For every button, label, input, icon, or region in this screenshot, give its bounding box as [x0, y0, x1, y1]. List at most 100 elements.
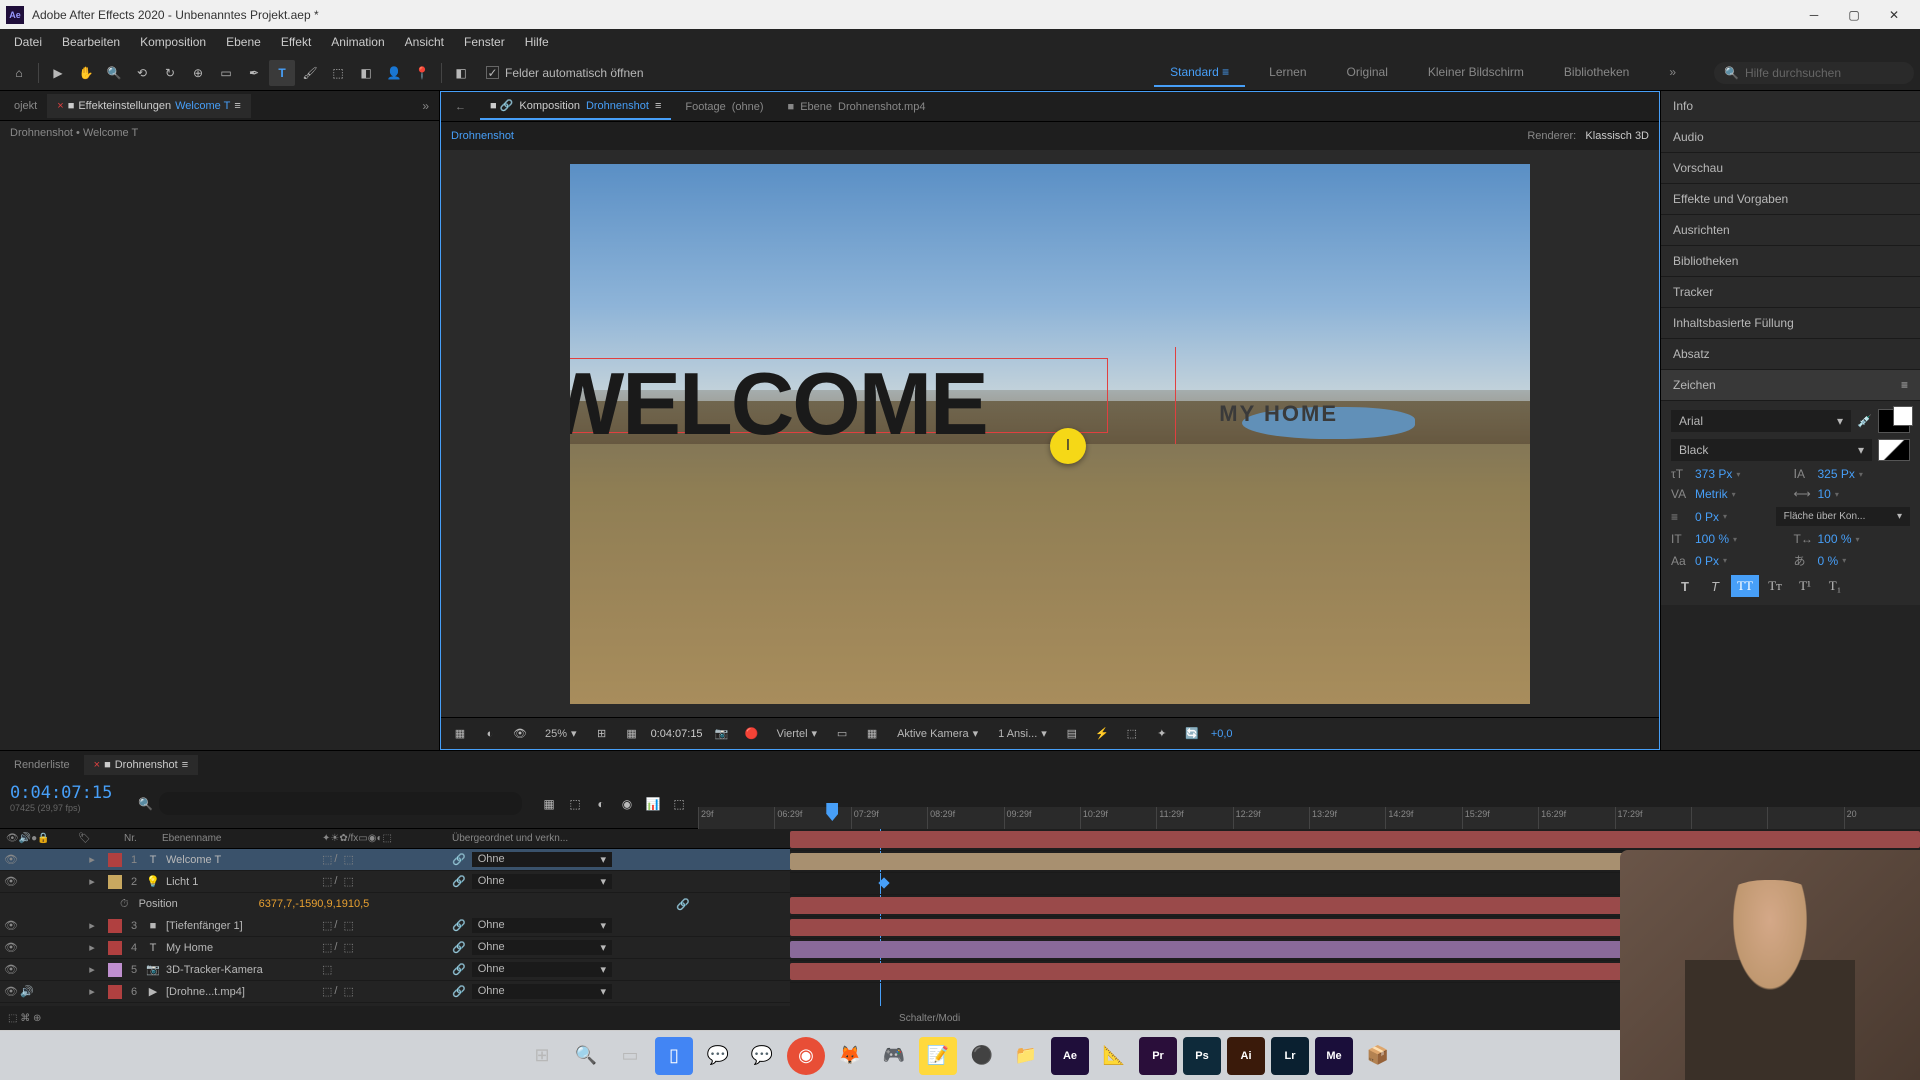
taskview-button[interactable]: ▭: [611, 1037, 649, 1075]
taskbar-premiere[interactable]: Pr: [1139, 1037, 1177, 1075]
panel-absatz[interactable]: Absatz: [1661, 339, 1920, 370]
auto-open-checkbox[interactable]: ✓: [486, 66, 499, 79]
layer-row-1[interactable]: 👁 ▸ 1 T Welcome T ⬚/⬚ 🔗Ohne▾: [0, 849, 790, 871]
stroke-mode-dropdown[interactable]: Fläche über Kon...▾: [1776, 507, 1910, 526]
start-button[interactable]: ⊞: [523, 1037, 561, 1075]
panel-audio[interactable]: Audio: [1661, 122, 1920, 153]
views-dropdown[interactable]: 1 Ansi... ▾: [992, 725, 1053, 742]
tl-toggle-switches[interactable]: ⬚ ⌘ ⊕: [8, 1013, 41, 1024]
eyedropper-icon[interactable]: 💉: [1857, 414, 1872, 428]
taskbar-explorer[interactable]: 📁: [1007, 1037, 1045, 1075]
taskbar-teams[interactable]: 💬: [699, 1037, 737, 1075]
tsume-value[interactable]: 0 %: [1818, 554, 1839, 568]
minimize-button[interactable]: ─: [1794, 1, 1834, 29]
layer-row-2[interactable]: 👁 ▸ 2 💡 Licht 1 ⬚/⬚ 🔗Ohne▾: [0, 871, 790, 893]
viewer-timecode[interactable]: 0:04:07:15: [651, 728, 703, 740]
layer-row-6[interactable]: 👁🔊 ▸ 6 ▶ [Drohne...t.mp4] ⬚/⬚ 🔗Ohne▾: [0, 981, 790, 1003]
vc-render[interactable]: ✦: [1151, 723, 1173, 745]
vc-channel[interactable]: 🔴: [741, 723, 763, 745]
vc-fast[interactable]: ⚡: [1091, 723, 1113, 745]
layer-row-4[interactable]: 👁 ▸ 4 T My Home ⬚/⬚ 🔗Ohne▾: [0, 937, 790, 959]
home-tool[interactable]: ⌂: [6, 60, 32, 86]
exposure-value[interactable]: +0,0: [1211, 728, 1233, 740]
brush-tool[interactable]: 🖌: [297, 60, 323, 86]
myhome-text-layer[interactable]: MY HOME: [1219, 401, 1338, 427]
tl-moblur[interactable]: ◉: [616, 793, 638, 815]
orbit-tool[interactable]: ⟲: [129, 60, 155, 86]
italic-button[interactable]: T: [1701, 575, 1729, 597]
taskbar-app-3[interactable]: 🎮: [875, 1037, 913, 1075]
taskbar-app-1[interactable]: ▯: [655, 1037, 693, 1075]
layer-row-3[interactable]: 👁 ▸ 3 ■ [Tiefenfänger 1] ⬚/⬚ 🔗Ohne▾: [0, 915, 790, 937]
welcome-text-layer[interactable]: WELCOME: [570, 353, 987, 455]
shape-tool[interactable]: ▭: [213, 60, 239, 86]
stroke-width-value[interactable]: 0 Px: [1695, 510, 1719, 524]
tab-drohnenshot[interactable]: × ■ Drohnenshot ≡: [84, 755, 199, 775]
color-swatch[interactable]: [1878, 409, 1910, 433]
time-ruler[interactable]: 29f 06:29f 07:29f 08:29f 09:29f 10:29f 1…: [698, 807, 1920, 829]
tl-graph[interactable]: 📊: [642, 793, 664, 815]
panel-overflow[interactable]: »: [416, 99, 435, 113]
comp-nav-item[interactable]: Drohnenshot: [451, 130, 514, 142]
workspace-standard[interactable]: Standard ≡: [1154, 59, 1245, 87]
timeline-timecode[interactable]: 0:04:07:15: [10, 783, 120, 803]
zoom-dropdown[interactable]: 25% ▾: [539, 725, 583, 742]
camera-dropdown[interactable]: Aktive Kamera ▾: [891, 725, 984, 742]
snap-tool[interactable]: ◧: [448, 60, 474, 86]
baseline-value[interactable]: 0 Px: [1695, 554, 1719, 568]
menu-hilfe[interactable]: Hilfe: [515, 31, 559, 53]
tl-draft3d[interactable]: ⬚: [564, 793, 586, 815]
composition-viewer[interactable]: Aktive Kamera WELCOME MY HOME I: [441, 150, 1659, 717]
renderer-value[interactable]: Klassisch 3D: [1585, 130, 1649, 142]
comp-tab-ebene[interactable]: ■ Ebene Drohnenshot.mp4: [778, 95, 936, 119]
font-size-value[interactable]: 373 Px: [1695, 467, 1732, 481]
taskbar-notes[interactable]: 📝: [919, 1037, 957, 1075]
font-family-dropdown[interactable]: Arial▾: [1671, 410, 1851, 432]
vc-eye[interactable]: 👁: [509, 723, 531, 745]
puppet-tool[interactable]: 📍: [409, 60, 435, 86]
taskbar-firefox[interactable]: 🦊: [831, 1037, 869, 1075]
allcaps-button[interactable]: TT: [1731, 575, 1759, 597]
workspace-bibliotheken[interactable]: Bibliotheken: [1548, 59, 1645, 87]
taskbar-mediaencoder[interactable]: Me: [1315, 1037, 1353, 1075]
search-button[interactable]: 🔍: [567, 1037, 605, 1075]
vc-refresh[interactable]: 🔄: [1181, 723, 1203, 745]
text-tool[interactable]: T: [269, 60, 295, 86]
vc-transparency[interactable]: ▦: [861, 723, 883, 745]
stroke-swatch[interactable]: [1878, 439, 1910, 461]
menu-bearbeiten[interactable]: Bearbeiten: [52, 31, 130, 53]
taskbar-photoshop[interactable]: Ps: [1183, 1037, 1221, 1075]
workspace-overflow[interactable]: »: [1653, 59, 1692, 87]
maximize-button[interactable]: ▢: [1834, 1, 1874, 29]
panel-effekte[interactable]: Effekte und Vorgaben: [1661, 184, 1920, 215]
vc-mask[interactable]: ◐: [479, 723, 501, 745]
resolution-dropdown[interactable]: Viertel ▾: [771, 725, 824, 742]
menu-ebene[interactable]: Ebene: [216, 31, 271, 53]
panel-info[interactable]: Info: [1661, 91, 1920, 122]
tl-expand[interactable]: ⬚: [668, 793, 690, 815]
font-style-dropdown[interactable]: Black▾: [1671, 439, 1872, 461]
tl-frameblend[interactable]: ◐: [590, 793, 612, 815]
tab-renderliste[interactable]: Renderliste: [4, 755, 80, 775]
kerning-value[interactable]: Metrik: [1695, 487, 1728, 501]
panel-inhalt[interactable]: Inhaltsbasierte Füllung: [1661, 308, 1920, 339]
panel-zeichen[interactable]: Zeichen≡: [1661, 370, 1920, 401]
vc-roi[interactable]: ▭: [831, 723, 853, 745]
taskbar-lightroom[interactable]: Lr: [1271, 1037, 1309, 1075]
hscale-value[interactable]: 100 %: [1818, 532, 1852, 546]
taskbar-whatsapp[interactable]: 💬: [743, 1037, 781, 1075]
leading-value[interactable]: 325 Px: [1818, 467, 1855, 481]
taskbar-app-5[interactable]: 📦: [1359, 1037, 1397, 1075]
workspace-lernen[interactable]: Lernen: [1253, 59, 1322, 87]
vc-guides[interactable]: ▦: [621, 723, 643, 745]
panel-bibliotheken[interactable]: Bibliotheken: [1661, 246, 1920, 277]
workspace-kleiner[interactable]: Kleiner Bildschirm: [1412, 59, 1540, 87]
menu-fenster[interactable]: Fenster: [454, 31, 515, 53]
subscript-button[interactable]: T₁: [1821, 575, 1849, 597]
vc-alpha[interactable]: ▦: [449, 723, 471, 745]
track-row-1[interactable]: [790, 829, 1920, 851]
vc-pixel[interactable]: ▤: [1061, 723, 1083, 745]
comp-nav-back[interactable]: ←: [445, 95, 476, 119]
taskbar-app-2[interactable]: ◉: [787, 1037, 825, 1075]
workspace-original[interactable]: Original: [1331, 59, 1404, 87]
